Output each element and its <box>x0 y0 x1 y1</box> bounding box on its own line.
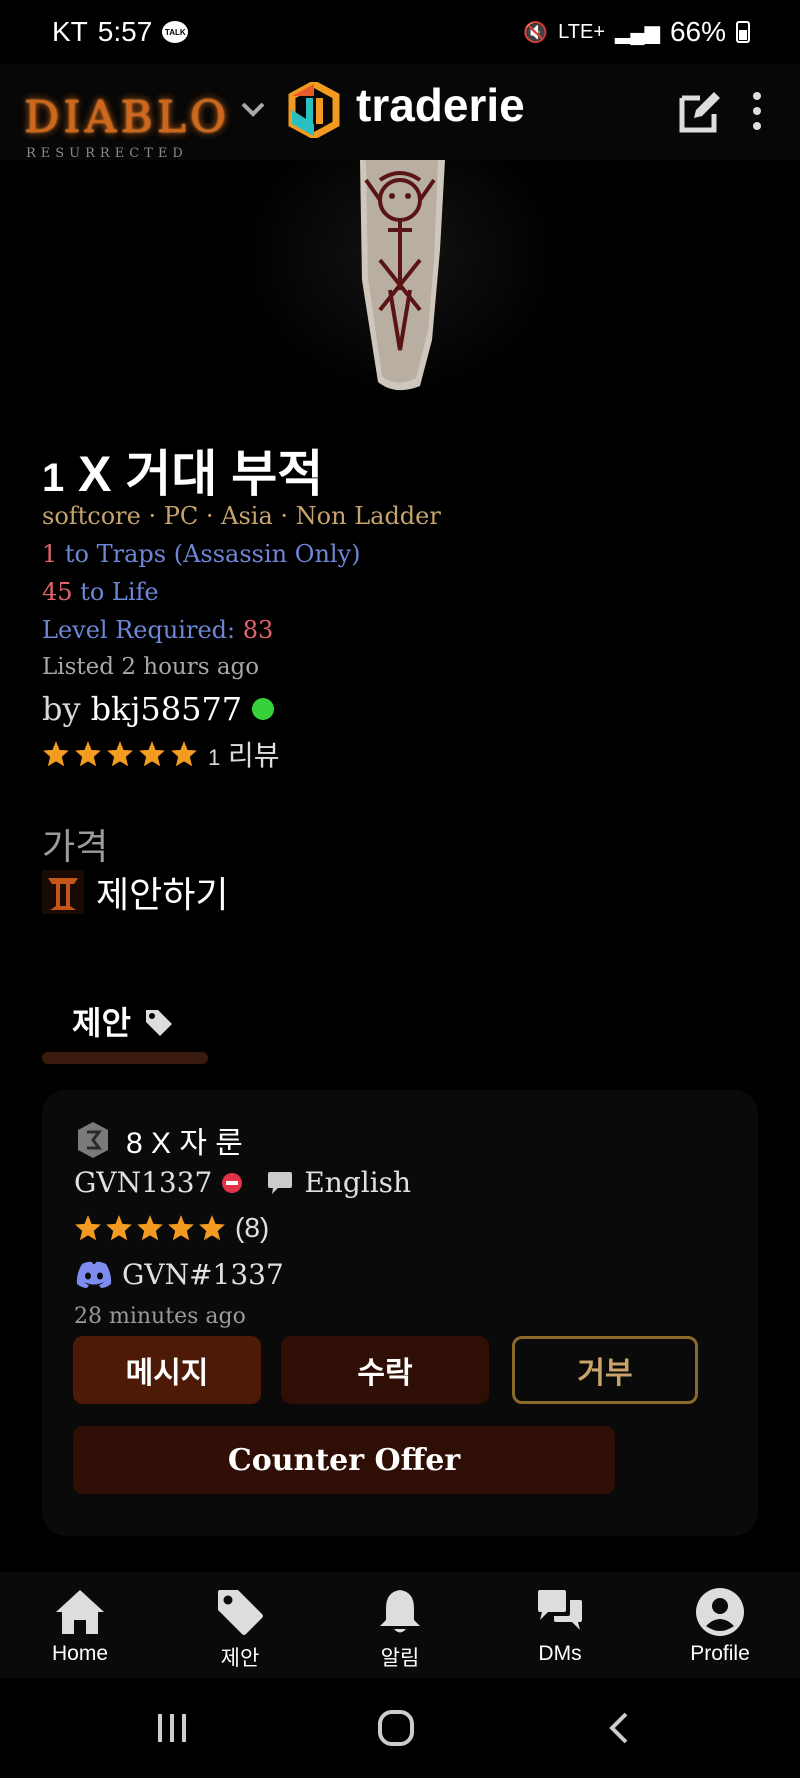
item-name: X 거대 부적 <box>78 446 324 502</box>
game-logo[interactable]: DIABLO RESURRECTED <box>18 64 226 164</box>
nav-dms-label: DMs <box>538 1642 582 1665</box>
diablo-icon <box>42 870 84 914</box>
offer-user-rating[interactable]: (8) <box>74 1212 269 1244</box>
property-text: to Life <box>72 578 159 606</box>
traderie-logo-icon[interactable] <box>288 82 340 138</box>
profile-icon <box>696 1588 744 1636</box>
battery-percent: 66% <box>669 16 726 47</box>
nav-profile[interactable]: Profile <box>640 1572 800 1678</box>
nav-profile-label: Profile <box>690 1642 750 1665</box>
offer-user-row: GVN1337 English <box>74 1166 411 1199</box>
language-chat-icon <box>268 1171 293 1194</box>
listed-time: Listed 2 hours ago <box>42 654 260 680</box>
item-title: 1 X 거대 부적 <box>42 434 323 506</box>
mute-icon: 🔇 <box>523 21 549 44</box>
more-options-icon[interactable] <box>748 90 766 132</box>
offer-username[interactable]: GVN1337 <box>74 1166 212 1199</box>
busy-status-icon <box>222 1172 243 1193</box>
bell-icon <box>380 1590 420 1633</box>
carrier-label: KT <box>52 16 88 47</box>
edit-icon[interactable] <box>676 88 724 136</box>
property-value: 45 <box>42 578 73 606</box>
star-icon <box>75 1215 101 1241</box>
review-label: 리뷰 <box>228 740 280 771</box>
online-status-icon <box>252 698 275 720</box>
kakaotalk-icon: TALK <box>162 21 189 43</box>
tag-icon <box>146 1010 172 1036</box>
property-value: 1 <box>42 540 58 568</box>
nav-offers[interactable]: 제안 <box>160 1572 320 1678</box>
chat-bubbles-icon <box>538 1590 582 1630</box>
review-count-number: 1 <box>208 745 221 770</box>
offer-item-label: 8 X 자 룬 <box>126 1127 243 1160</box>
offer-time: 28 minutes ago <box>74 1304 246 1329</box>
star-icon <box>75 741 101 767</box>
star-icon <box>199 1215 225 1241</box>
item-property: Level Required: 83 <box>42 616 273 644</box>
home-system-icon[interactable] <box>376 1708 416 1748</box>
status-bar: KT 5:57 TALK 🔇 LTE+ ▂▄▆ 66% <box>0 0 800 64</box>
accept-button[interactable]: 수락 <box>281 1336 489 1404</box>
by-prefix: by <box>42 690 81 728</box>
seller-rating[interactable]: 1 리뷰 <box>42 734 280 774</box>
back-icon[interactable] <box>600 1708 640 1748</box>
rating-count: (8) <box>235 1212 270 1243</box>
offer-item: 8 X 자 룬 <box>74 1118 243 1162</box>
app-header: DIABLO RESURRECTED traderie <box>0 64 800 161</box>
property-text: to Traps (Assassin Only) <box>57 540 361 568</box>
star-icon <box>43 741 69 767</box>
tab-underline <box>42 1052 208 1064</box>
offer-card: 8 X 자 룬 GVN1337 English (8) GVN#1337 28 … <box>42 1090 758 1536</box>
rune-icon <box>78 1122 108 1158</box>
nav-notifications[interactable]: 알림 <box>320 1572 480 1678</box>
tag-icon <box>218 1590 263 1635</box>
item-meta: softcore · PC · Asia · Non Ladder <box>42 502 441 530</box>
network-label: LTE+ <box>558 20 606 43</box>
star-icon <box>139 741 165 767</box>
item-quantity: 1 <box>42 456 65 500</box>
message-button[interactable]: 메시지 <box>73 1336 261 1404</box>
property-label: Level Required: <box>42 616 243 644</box>
property-value: 83 <box>242 616 274 644</box>
seller-line: by bkj58577 <box>42 690 275 728</box>
star-icon <box>106 1215 132 1241</box>
discord-icon <box>76 1261 112 1288</box>
discord-handle: GVN#1337 <box>122 1258 284 1291</box>
nav-home-label: Home <box>51 1642 109 1665</box>
star-icon <box>137 1215 163 1241</box>
signal-icon: ▂▄▆ <box>615 21 660 44</box>
offer-language: English <box>304 1166 412 1199</box>
brand-name[interactable]: traderie <box>356 78 525 132</box>
star-icon <box>168 1215 194 1241</box>
seller-name[interactable]: bkj58577 <box>91 690 243 728</box>
game-logo-title: DIABLO <box>24 92 231 143</box>
item-property: 1 to Traps (Assassin Only) <box>42 540 361 568</box>
make-offer-label: 제안하기 <box>96 874 229 915</box>
recent-apps-icon[interactable] <box>152 1708 192 1748</box>
nav-dms[interactable]: DMs <box>480 1572 640 1678</box>
make-offer-button[interactable]: 제안하기 <box>42 866 228 918</box>
star-icon <box>171 741 197 767</box>
nav-home[interactable]: Home <box>0 1572 160 1678</box>
battery-icon <box>736 21 750 43</box>
price-label: 가격 <box>42 826 109 867</box>
chevron-down-icon[interactable] <box>240 94 266 124</box>
tab-offers[interactable]: 제안 <box>42 990 208 1064</box>
tab-offers-label: 제안 <box>72 1005 131 1041</box>
counter-offer-button[interactable]: Counter Offer <box>73 1426 615 1494</box>
system-nav-bar <box>0 1678 800 1778</box>
game-logo-subtitle: RESURRECTED <box>26 146 188 161</box>
item-property: 45 to Life <box>42 578 159 606</box>
nav-notifications-label: 알림 <box>380 1647 420 1670</box>
home-icon <box>56 1590 104 1634</box>
clock: 5:57 <box>97 16 153 47</box>
star-icon <box>107 741 133 767</box>
bottom-nav: Home 제안 알림 DMs Profile <box>0 1572 800 1678</box>
discord-row: GVN#1337 <box>74 1258 284 1291</box>
nav-offers-label: 제안 <box>220 1647 260 1670</box>
item-image <box>240 160 560 396</box>
decline-button[interactable]: 거부 <box>512 1336 698 1404</box>
review-count: 1 리뷰 <box>208 734 280 774</box>
